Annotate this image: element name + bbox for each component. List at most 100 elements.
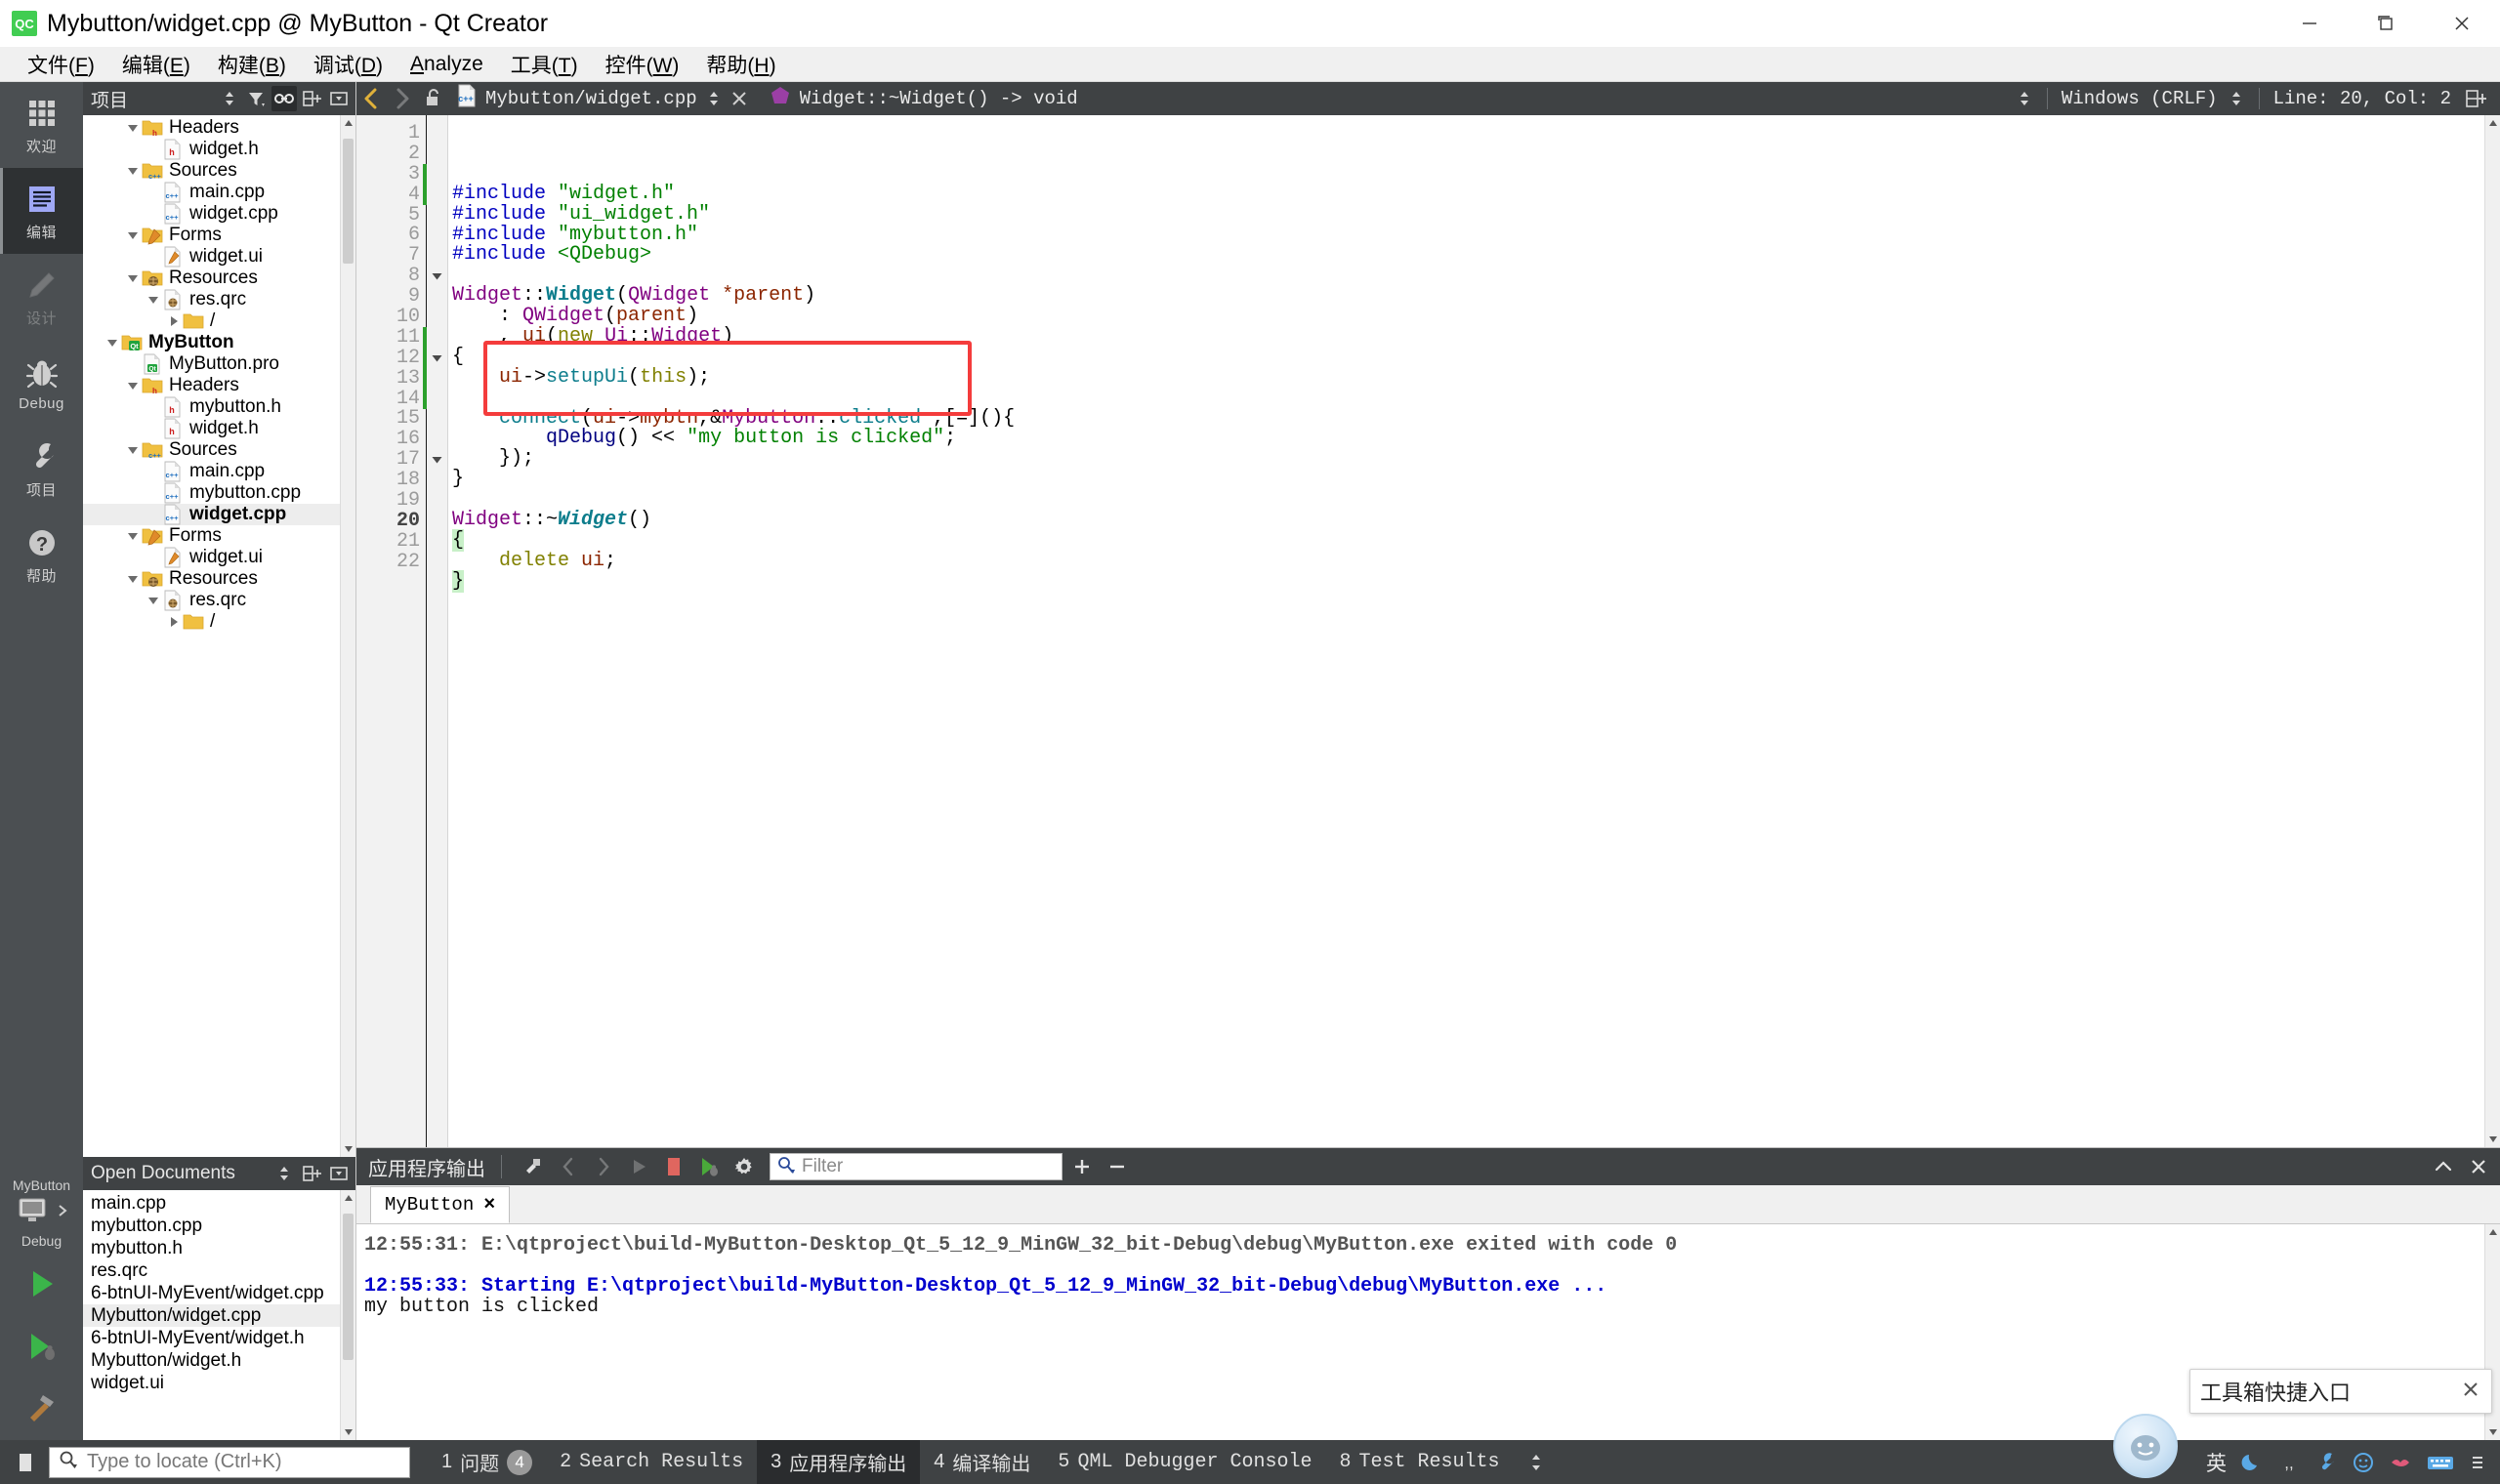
chevron-right-icon[interactable] [165, 310, 183, 332]
open-document-item[interactable]: mybutton.h [83, 1237, 355, 1259]
tree-item-mybutton-h[interactable]: h mybutton.h [83, 396, 355, 418]
tree-item-main-cpp[interactable]: c++ main.cpp [83, 182, 355, 203]
code-line[interactable]: #include "mybutton.h" [448, 225, 2484, 246]
close-icon[interactable] [2460, 1379, 2481, 1405]
chevron-down-icon[interactable] [124, 268, 142, 289]
menu-item-8[interactable]: 帮助(H) [692, 48, 789, 81]
code-line[interactable]: { [448, 528, 2484, 552]
chevron-down-icon[interactable] [145, 590, 162, 611]
fold-toggle-icon[interactable] [427, 266, 447, 286]
run-button[interactable] [0, 1253, 83, 1315]
file-combo-chevron-icon[interactable] [705, 89, 723, 108]
chevron-down-icon[interactable] [124, 375, 142, 396]
menu-item-6[interactable]: 工具(T) [497, 48, 592, 81]
code-line[interactable]: } [448, 469, 2484, 490]
ime-toolbox-popup[interactable]: 工具箱快捷入口 [2189, 1369, 2492, 1414]
mode-projects[interactable]: 项目 [0, 426, 83, 512]
status-pane-1[interactable]: 1 问题 4 [428, 1440, 546, 1484]
lips-icon[interactable] [2389, 1451, 2412, 1474]
sidebar-toggle-icon[interactable] [0, 1440, 45, 1484]
code-line[interactable]: connect(ui->mybtn,&Mybutton::clicked ,[=… [448, 408, 2484, 430]
chevron-down-icon[interactable] [124, 525, 142, 547]
settings-icon[interactable] [729, 1152, 760, 1181]
chevron-down-icon[interactable] [124, 225, 142, 246]
menu-item-5[interactable]: Analyze [396, 51, 497, 78]
editor-scrollbar[interactable] [2484, 115, 2500, 1147]
open-document-item[interactable]: mybutton.cpp [83, 1215, 355, 1237]
open-documents-scrollbar[interactable] [340, 1190, 355, 1440]
quote-icon[interactable]: ,, [2277, 1451, 2301, 1474]
code-line[interactable]: } [448, 569, 2484, 593]
code-line[interactable]: delete ui; [448, 551, 2484, 572]
status-pane-2[interactable]: 2 Search Results [546, 1440, 757, 1484]
kit-selector[interactable]: MyButton Debug [0, 1170, 83, 1253]
stop-icon[interactable] [658, 1152, 689, 1181]
scroll-down-icon[interactable] [2485, 1132, 2500, 1147]
mode-welcome[interactable]: 欢迎 [0, 82, 83, 168]
current-file-selector[interactable]: c++ Mybutton/widget.cpp [450, 84, 723, 113]
open-document-item[interactable]: Mybutton/widget.h [83, 1349, 355, 1372]
next-icon[interactable] [588, 1152, 619, 1181]
chevron-down-icon[interactable] [124, 439, 142, 461]
forward-arrow-icon[interactable] [388, 84, 417, 113]
tree-item-headers[interactable]: h Headers [83, 375, 355, 396]
close-editor-icon[interactable] [725, 84, 754, 113]
code-line[interactable]: #include <QDebug> [448, 244, 2484, 266]
menu-item-1[interactable]: 文件(F) [14, 48, 108, 81]
moon-icon[interactable] [2240, 1451, 2264, 1474]
line-ending-chevron-icon[interactable] [2228, 89, 2245, 108]
output-filter[interactable]: Filter [770, 1153, 1062, 1180]
output-tab[interactable]: MyButton × [370, 1186, 511, 1223]
tree-item-sources[interactable]: c++ Sources [83, 439, 355, 461]
tree-item-forms[interactable]: Forms [83, 225, 355, 246]
split-icon[interactable] [299, 86, 324, 111]
menu-item-7[interactable]: 控件(W) [592, 48, 693, 81]
chevron-up-icon[interactable] [2428, 1152, 2459, 1181]
minimize-button[interactable] [2271, 0, 2348, 47]
split-editor-icon[interactable] [2461, 84, 2490, 113]
sync-combo-icon[interactable] [271, 1161, 297, 1186]
build-button[interactable] [0, 1378, 83, 1440]
application-output-console[interactable]: 12:55:31: E:\qtproject\build-MyButton-De… [356, 1224, 2500, 1440]
chevron-down-icon[interactable] [145, 289, 162, 310]
mode-edit[interactable]: 编辑 [0, 168, 83, 254]
code-line[interactable] [448, 612, 2484, 633]
code-line[interactable] [448, 266, 2484, 286]
code-line[interactable]: qDebug() << "my button is clicked"; [448, 428, 2484, 449]
scroll-up-icon[interactable] [341, 1190, 355, 1206]
sync-combo-icon[interactable] [217, 86, 242, 111]
open-document-item[interactable]: Mybutton/widget.cpp [83, 1304, 355, 1327]
scrollbar-thumb[interactable] [343, 1214, 354, 1360]
tree-item-widget-h[interactable]: h widget.h [83, 139, 355, 160]
scroll-up-icon[interactable] [2485, 115, 2500, 131]
scroll-up-icon[interactable] [2485, 1224, 2500, 1240]
code-line[interactable]: , ui(new Ui::Widget) [448, 326, 2484, 348]
smiley-icon[interactable] [2352, 1451, 2375, 1474]
mode-help[interactable]: ? 帮助 [0, 512, 83, 598]
tree-item-widget-cpp[interactable]: c++ widget.cpp [83, 504, 355, 525]
tree-item-widget-ui[interactable]: widget.ui [83, 246, 355, 268]
close-dock-icon[interactable] [326, 1161, 352, 1186]
clear-icon[interactable] [518, 1152, 549, 1181]
code-text-area[interactable]: #include "widget.h" #include "ui_widget.h… [448, 115, 2484, 1147]
wrench-icon[interactable] [2314, 1451, 2338, 1474]
code-line[interactable]: ui->setupUi(this); [448, 367, 2484, 389]
debug-small-icon[interactable] [693, 1152, 725, 1181]
tree-item--[interactable]: / [83, 310, 355, 332]
tree-item-mybutton-cpp[interactable]: c++ mybutton.cpp [83, 482, 355, 504]
locator-input[interactable]: Type to locate (Ctrl+K) [49, 1446, 410, 1478]
open-document-item[interactable]: res.qrc [83, 1259, 355, 1282]
more-panes-icon[interactable] [1514, 1440, 1559, 1484]
assistant-avatar[interactable] [2113, 1414, 2178, 1478]
line-ending-label[interactable]: Windows (CRLF) [2062, 88, 2218, 109]
tree-item-res-qrc[interactable]: res.qrc [83, 590, 355, 611]
scroll-down-icon[interactable] [2485, 1424, 2500, 1440]
tree-item-widget-cpp[interactable]: c++ widget.cpp [83, 203, 355, 225]
close-pane-icon[interactable] [2463, 1152, 2494, 1181]
open-documents-list[interactable]: main.cpp mybutton.cpp mybutton.h res.qrc 6-b… [83, 1190, 355, 1440]
status-pane-3[interactable]: 3 应用程序输出 [757, 1440, 921, 1484]
fold-toggle-icon[interactable] [427, 449, 447, 470]
plus-icon[interactable] [1066, 1152, 1098, 1181]
tree-item-mybutton-pro[interactable]: Qt MyButton.pro [83, 353, 355, 375]
ime-mode-label[interactable]: 英 [2206, 1448, 2227, 1477]
